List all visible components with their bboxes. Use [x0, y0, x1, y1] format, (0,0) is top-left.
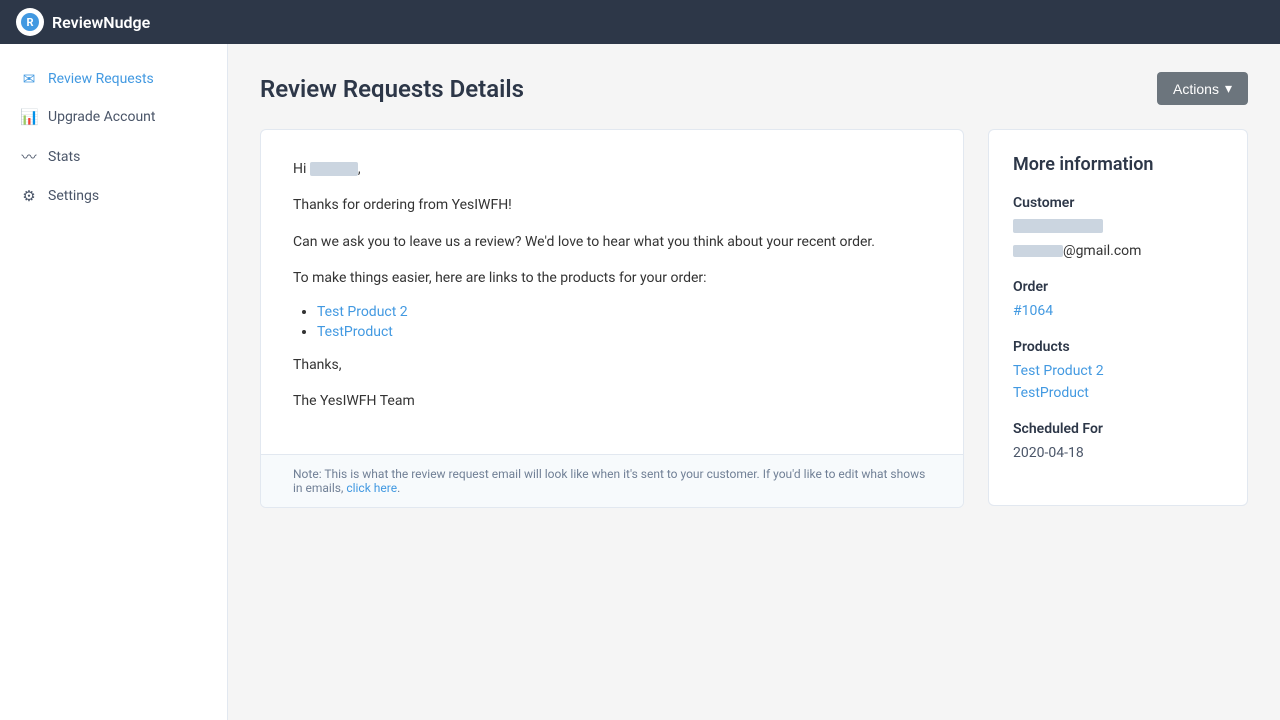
main-content: Review Requests Details Actions ▾ Hi , T…	[228, 44, 1280, 720]
customer-email: @gmail.com	[1013, 243, 1223, 259]
customer-name-block	[1013, 219, 1223, 243]
customer-email-prefix-redacted	[1013, 245, 1063, 257]
bar-chart-icon: 📊	[20, 108, 38, 126]
scheduled-date: 2020-04-18	[1013, 445, 1223, 461]
order-number-link[interactable]: #1064	[1013, 303, 1053, 319]
sidebar-item-review-requests[interactable]: ✉ Review Requests	[0, 60, 227, 98]
email-signoff: Thanks,	[293, 354, 931, 376]
info-product-link-1[interactable]: Test Product 2	[1013, 363, 1223, 379]
sidebar-item-upgrade-account[interactable]: 📊 Upgrade Account	[0, 98, 227, 136]
email-greeting: Hi ,	[293, 158, 931, 180]
info-card-title: More information	[1013, 154, 1223, 175]
customer-name-redacted	[310, 162, 358, 176]
sidebar-item-label: Stats	[48, 149, 80, 165]
email-paragraph2: Can we ask you to leave us a review? We'…	[293, 231, 931, 253]
scheduled-for-label: Scheduled For	[1013, 421, 1223, 437]
email-product-list: Test Product 2 TestProduct	[317, 304, 931, 340]
order-section: Order #1064	[1013, 279, 1223, 319]
click-here-link[interactable]: click here	[346, 481, 397, 495]
email-note: Note: This is what the review request em…	[261, 454, 963, 507]
email-preview-card: Hi , Thanks for ordering from YesIWFH! C…	[260, 129, 964, 508]
gear-icon: ⚙	[20, 187, 38, 205]
navbar: R ReviewNudge	[0, 0, 1280, 44]
logo-icon: R	[20, 12, 40, 32]
email-paragraph3: To make things easier, here are links to…	[293, 267, 931, 289]
email-signature: The YesIWFH Team	[293, 390, 931, 412]
sidebar-item-settings[interactable]: ⚙ Settings	[0, 177, 227, 215]
list-item: Test Product 2	[317, 304, 931, 320]
email-paragraph1: Thanks for ordering from YesIWFH!	[293, 194, 931, 216]
info-card: More information Customer @gmail.com Ord…	[988, 129, 1248, 506]
content-grid: Hi , Thanks for ordering from YesIWFH! C…	[260, 129, 1248, 508]
chevron-down-icon: ▾	[1225, 80, 1232, 97]
email-product-link-2[interactable]: TestProduct	[317, 324, 393, 340]
email-suffix: @gmail.com	[1063, 243, 1141, 259]
customer-label: Customer	[1013, 195, 1223, 211]
sidebar-item-label: Settings	[48, 188, 99, 204]
email-product-link-1[interactable]: Test Product 2	[317, 304, 408, 320]
actions-button[interactable]: Actions ▾	[1157, 72, 1248, 105]
send-icon: ✉	[20, 70, 38, 88]
order-label: Order	[1013, 279, 1223, 295]
customer-name-redacted	[1013, 219, 1103, 233]
brand-name: ReviewNudge	[52, 13, 150, 32]
email-body: Hi , Thanks for ordering from YesIWFH! C…	[261, 130, 963, 454]
customer-section: Customer @gmail.com	[1013, 195, 1223, 259]
brand: R ReviewNudge	[16, 8, 150, 36]
svg-text:R: R	[26, 16, 33, 29]
page-title: Review Requests Details	[260, 75, 524, 103]
stats-icon: 〰	[20, 146, 38, 167]
actions-label: Actions	[1173, 81, 1219, 97]
brand-logo: R	[16, 8, 44, 36]
products-label: Products	[1013, 339, 1223, 355]
sidebar-item-stats[interactable]: 〰 Stats	[0, 136, 227, 177]
list-item: TestProduct	[317, 324, 931, 340]
sidebar-item-label: Review Requests	[48, 71, 154, 87]
sidebar-item-label: Upgrade Account	[48, 109, 155, 125]
products-section: Products Test Product 2 TestProduct	[1013, 339, 1223, 401]
page-header: Review Requests Details Actions ▾	[260, 72, 1248, 105]
info-product-link-2[interactable]: TestProduct	[1013, 385, 1223, 401]
scheduled-for-section: Scheduled For 2020-04-18	[1013, 421, 1223, 461]
sidebar: ✉ Review Requests 📊 Upgrade Account 〰 St…	[0, 44, 228, 720]
